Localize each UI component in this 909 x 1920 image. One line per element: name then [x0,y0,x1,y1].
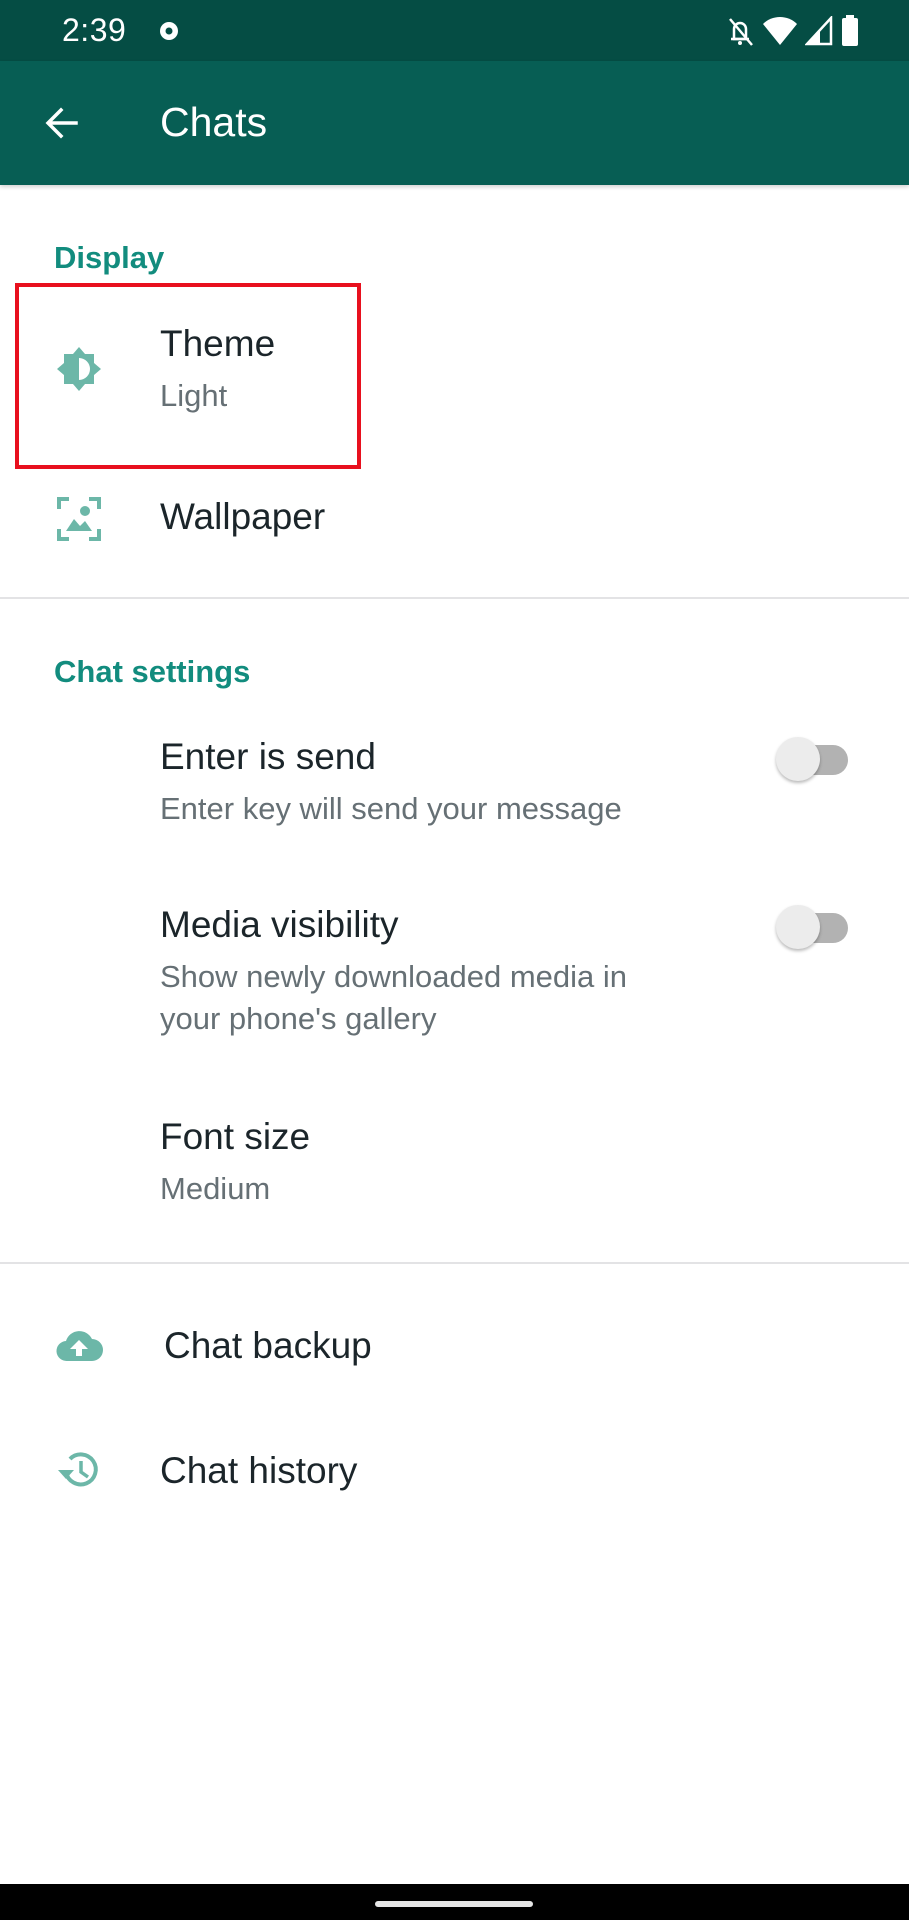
toggle-thumb [776,905,820,949]
theme-setting[interactable]: Theme Light [0,285,909,460]
divider [0,597,909,599]
media-visibility-toggle[interactable] [776,905,850,949]
wallpaper-icon [57,497,101,541]
enter-is-send-toggle[interactable] [776,737,850,781]
theme-label: Theme [160,323,276,364]
media-visibility-description-line1: Show newly downloaded media in [160,959,628,994]
history-icon [58,1452,98,1487]
divider [0,1262,909,1264]
enter-is-send-label: Enter is send [160,736,376,777]
wallpaper-label: Wallpaper [160,496,326,537]
status-time: 2:39 [62,12,127,48]
media-visibility-description-line2: your phone's gallery [160,1001,437,1036]
home-gesture-handle[interactable] [375,1901,533,1907]
notification-dot-icon [160,22,178,40]
arrow-back-icon[interactable] [40,101,84,145]
cloud-upload-icon [56,1331,103,1362]
chat-backup-setting[interactable]: Chat backup [0,1285,909,1410]
bell-off-icon [729,18,753,46]
section-header-chat-settings: Chat settings [54,654,251,689]
enter-is-send-setting[interactable]: Enter is send Enter key will send your m… [0,710,909,860]
wallpaper-setting[interactable]: Wallpaper [0,460,909,596]
font-size-label: Font size [160,1116,311,1157]
status-icons [725,14,859,48]
wifi-icon [763,16,797,45]
chat-backup-label: Chat backup [164,1325,372,1366]
battery-icon [842,15,858,46]
page-title: Chats [160,99,268,145]
signal-icon [805,16,833,46]
brightness-icon [57,347,101,391]
chat-history-label: Chat history [160,1450,358,1491]
enter-is-send-description: Enter key will send your message [160,791,622,826]
font-size-value: Medium [160,1171,271,1206]
app-bar: Chats [0,61,909,185]
media-visibility-label: Media visibility [160,904,399,945]
media-visibility-setting[interactable]: Media visibility Show newly downloaded m… [0,878,909,1058]
toggle-thumb [776,737,820,781]
theme-value: Light [160,378,228,413]
chat-history-setting[interactable]: Chat history [0,1410,909,1535]
section-header-display: Display [54,240,165,275]
status-bar: 2:39 [0,0,909,61]
navigation-bar [0,1884,909,1920]
font-size-setting[interactable]: Font size Medium [0,1090,909,1260]
